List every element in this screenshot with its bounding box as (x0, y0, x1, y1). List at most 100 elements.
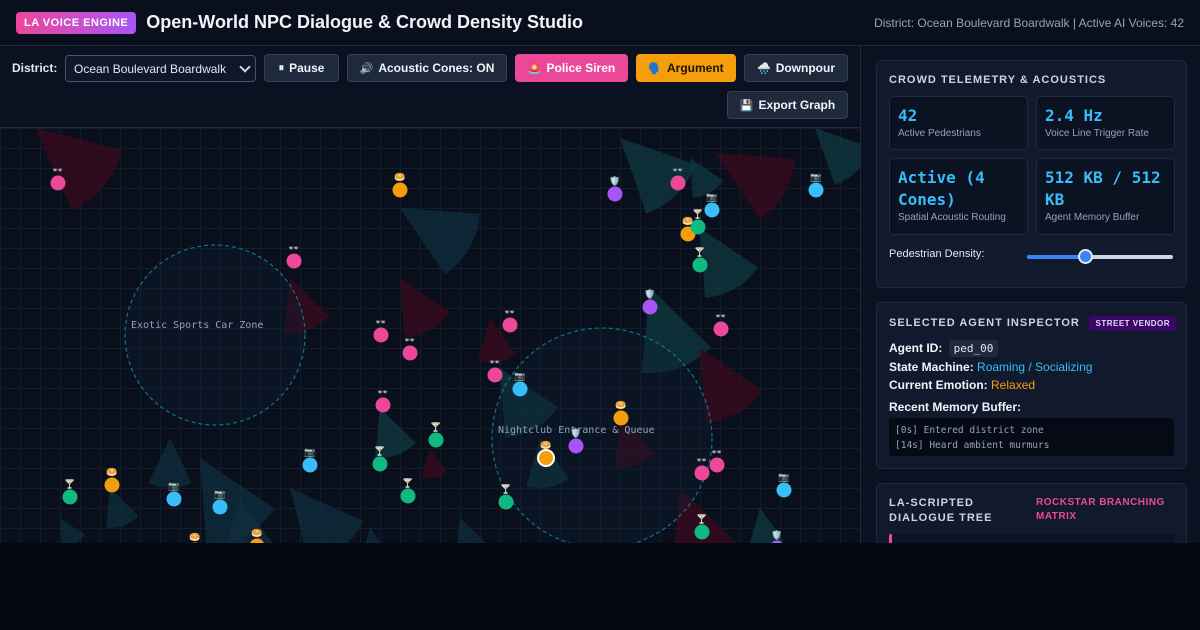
agent-dot[interactable] (502, 317, 518, 333)
state-machine-row: State Machine: Roaming / Socializing (889, 360, 1092, 374)
pedestrian-agent[interactable]: 📷 (302, 447, 318, 473)
agent-dot[interactable] (709, 457, 725, 473)
agent-dot[interactable] (400, 488, 416, 504)
pedestrian-agent[interactable]: 🍸 (428, 421, 444, 448)
agent-dot[interactable] (776, 482, 792, 498)
pedestrian-agent[interactable]: 📷 (808, 172, 824, 198)
agent-dot[interactable] (568, 438, 584, 454)
acoustic-cones-button[interactable]: 🔊 Acoustic Cones: ON (347, 54, 507, 82)
agent-dot[interactable] (690, 219, 706, 235)
stat-acoustic-routing-label: Spatial Acoustic Routing (898, 212, 1006, 223)
dialogue-tree-panel: LA-SCRIPTED DIALOGUE TREE ROCKSTAR BRANC… (876, 483, 1187, 543)
pedestrian-agent[interactable]: 🥯 (104, 467, 120, 493)
argument-button[interactable]: 🗣️ Argument (636, 54, 736, 82)
pedestrian-agent[interactable]: 👓 (487, 357, 503, 383)
stat-card-pedestrians: 42 Active Pedestrians (889, 96, 1028, 150)
agent-role-icon: 🍸 (500, 483, 511, 494)
police-siren-button[interactable]: 🚨 Police Siren (515, 54, 628, 82)
app-window: LA VOICE ENGINE Open-World NPC Dialogue … (0, 0, 1200, 543)
selected-agent-dot[interactable] (537, 449, 555, 467)
rain-cloud-icon: 🌧️ (756, 62, 771, 75)
agent-dot[interactable] (286, 253, 302, 269)
pedestrian-agent[interactable]: 📷 (166, 481, 182, 507)
agent-dot[interactable] (428, 432, 444, 448)
emotion-row: Current Emotion: Relaxed (889, 378, 1035, 392)
pedestrian-agent[interactable]: 🍸 (372, 445, 388, 472)
stat-trigger-rate-label: Voice Line Trigger Rate (1045, 128, 1149, 139)
pedestrian-agent[interactable]: 📷 (212, 489, 228, 515)
agent-dot[interactable] (50, 175, 66, 191)
downpour-button[interactable]: 🌧️ Downpour (744, 54, 848, 82)
agent-dot[interactable] (613, 410, 629, 426)
agent-dot[interactable] (487, 367, 503, 383)
stat-card-memory-buffer: 512 KB / 512 KB Agent Memory Buffer (1036, 158, 1175, 235)
export-graph-button[interactable]: 💾 Export Graph (727, 91, 848, 119)
page-title: Open-World NPC Dialogue & Crowd Density … (146, 12, 583, 32)
agent-dot[interactable] (713, 321, 729, 337)
pause-button[interactable]: ⏸ Pause (264, 54, 339, 82)
agent-dot[interactable] (512, 381, 528, 397)
dialogue-tree-node[interactable] (889, 534, 1174, 543)
agent-role-icon: 👓 (288, 243, 299, 253)
agent-dot[interactable] (498, 494, 514, 510)
agent-dot[interactable] (62, 489, 78, 505)
pedestrian-agent[interactable]: 🥯 (250, 528, 265, 543)
agent-dot[interactable] (212, 499, 228, 515)
pedestrian-agent[interactable]: 👓 (670, 165, 686, 191)
agent-dot[interactable] (373, 327, 389, 343)
pedestrian-agent[interactable]: 🥯 (392, 172, 408, 198)
pedestrian-agent[interactable]: 📷 (512, 371, 528, 397)
agent-role-icon: 🍸 (402, 477, 413, 488)
agent-dot[interactable] (104, 477, 120, 493)
agent-dot[interactable] (166, 491, 182, 507)
acoustic-cone (290, 488, 363, 543)
agent-role-icon: 📷 (778, 472, 789, 482)
density-slider-thumb[interactable] (1078, 249, 1094, 264)
agent-dot[interactable] (692, 257, 708, 273)
pedestrian-agent[interactable]: 🥯 (188, 532, 203, 543)
pedestrian-agent[interactable]: 🍸 (400, 477, 416, 504)
district-select[interactable]: Ocean Boulevard Boardwalk (65, 55, 256, 82)
crowd-map-canvas[interactable]: Exotic Sports Car Zone Nightclub Entranc… (0, 128, 860, 543)
density-slider[interactable] (1027, 249, 1173, 264)
selected-agent-role-icon: 🥯 (540, 440, 551, 450)
crowd-map-svg[interactable]: Exotic Sports Car Zone Nightclub Entranc… (0, 128, 860, 543)
agent-dot[interactable] (188, 542, 203, 544)
agent-dot[interactable] (670, 175, 686, 191)
pedestrian-agent[interactable]: 👓 (502, 307, 518, 333)
pedestrian-agent[interactable]: 👓 (373, 317, 389, 343)
pedestrian-agent[interactable]: 👓 (713, 311, 729, 337)
district-label: District: (12, 61, 58, 75)
agent-dot[interactable] (402, 345, 418, 361)
agent-dot[interactable] (375, 397, 391, 413)
pedestrian-agent[interactable]: 👓 (709, 447, 725, 473)
pedestrian-agent[interactable]: 👓 (375, 387, 391, 413)
agent-role-icon: 👓 (715, 311, 726, 321)
agent-dot[interactable] (808, 182, 824, 198)
pedestrian-agent[interactable]: 👓 (50, 165, 66, 191)
floppy-disk-icon: 💾 (739, 99, 754, 112)
agent-dot[interactable] (694, 524, 710, 540)
zone-label-sports-car: Exotic Sports Car Zone (131, 320, 263, 331)
agent-dot[interactable] (704, 202, 720, 218)
pedestrian-agent[interactable]: 🥯 (613, 400, 629, 426)
agent-dot[interactable] (392, 182, 408, 198)
pedestrian-agent[interactable]: 🛡️ (607, 175, 623, 202)
pedestrian-agent[interactable]: 👓 (694, 455, 710, 481)
agent-dot[interactable] (372, 456, 388, 472)
pedestrian-agent[interactable]: 📷 (704, 192, 720, 218)
pedestrian-agent[interactable]: 👓 (286, 243, 302, 269)
agent-role-icon: 👓 (52, 165, 63, 175)
agent-dot[interactable] (694, 465, 710, 481)
police-siren-label: Police Siren (546, 61, 616, 75)
agent-dot[interactable] (302, 457, 318, 473)
pedestrian-agent[interactable]: 🍸 (62, 478, 78, 505)
agent-dot[interactable] (607, 186, 623, 202)
pedestrian-agent[interactable]: 📷 (776, 472, 792, 498)
pedestrian-agent[interactable]: 👓 (402, 335, 418, 361)
agent-id-value: ped_00 (948, 340, 999, 357)
district-status: District: Ocean Boulevard Boardwalk | Ac… (874, 15, 1184, 30)
agent-dot[interactable] (642, 299, 658, 315)
memory-log: [0s] Entered district zone [14s] Heard a… (889, 418, 1174, 456)
stat-card-trigger-rate: 2.4 Hz Voice Line Trigger Rate (1036, 96, 1175, 150)
